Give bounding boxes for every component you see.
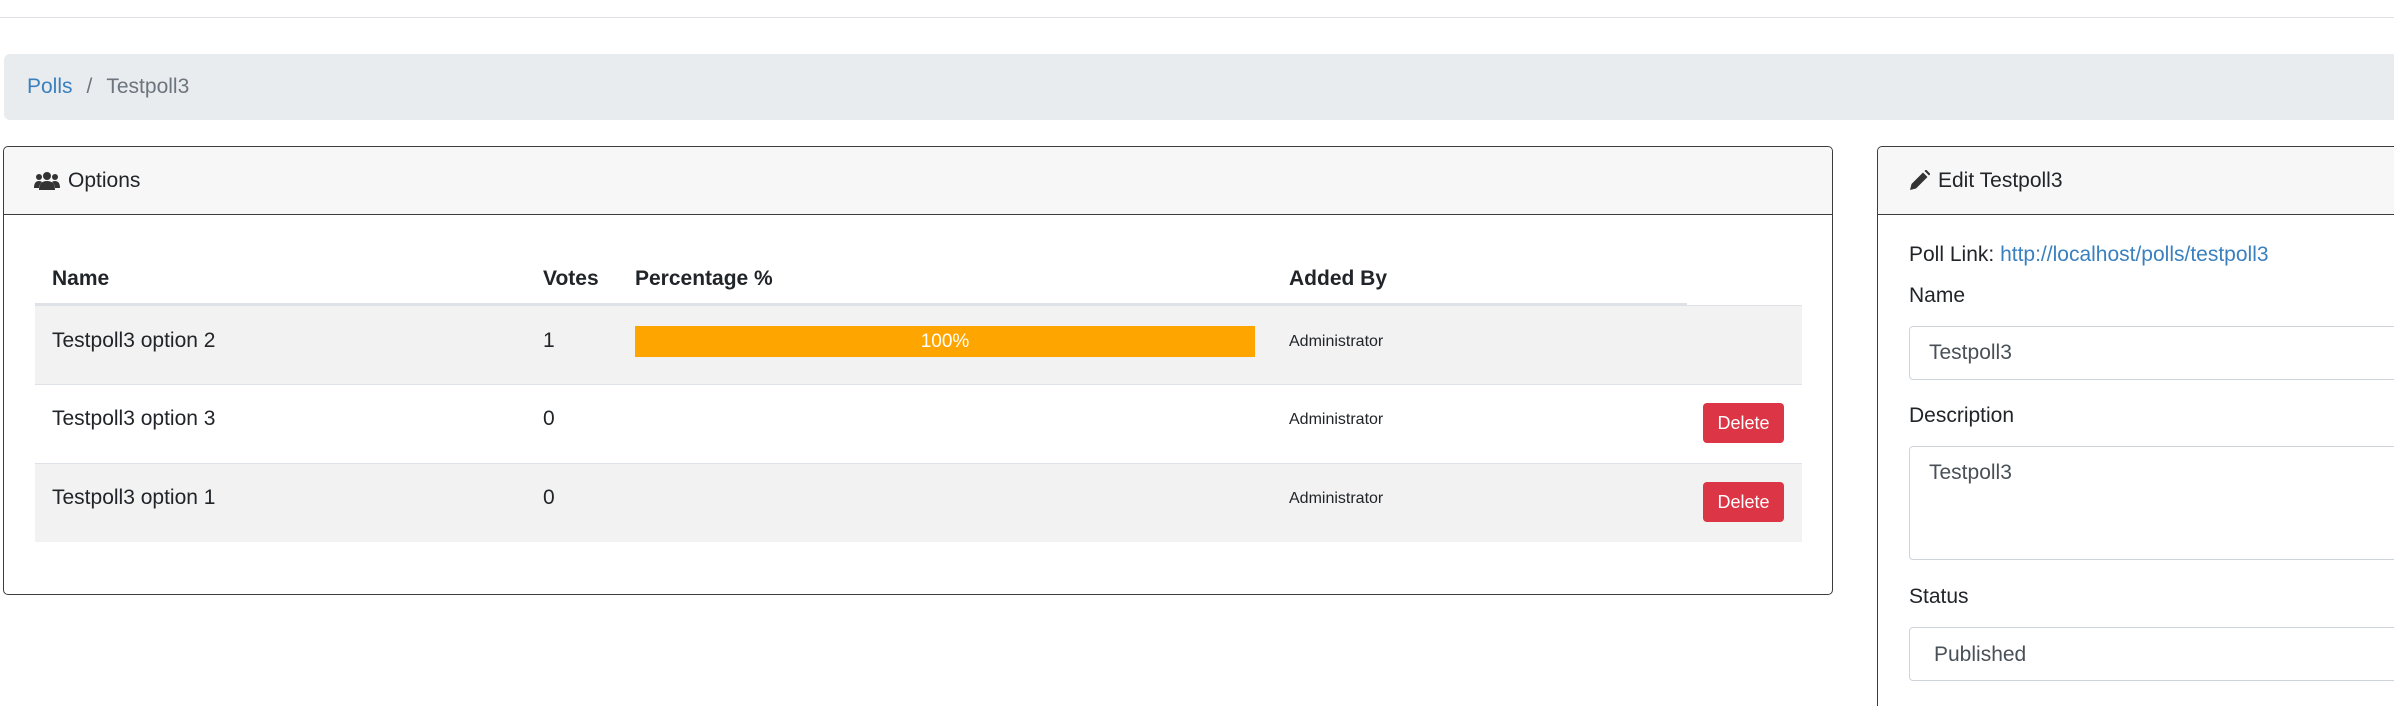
- edit-card-header: Edit Testpoll3: [1878, 147, 2394, 215]
- poll-link-url[interactable]: http://localhost/polls/testpoll3: [2000, 243, 2269, 266]
- table-row: Testpoll3 option 1 0 Administrator Delet…: [35, 463, 1802, 542]
- delete-button[interactable]: Delete: [1703, 482, 1784, 522]
- poll-link-label: Poll Link:: [1909, 243, 1995, 266]
- status-label: Status: [1909, 585, 1969, 608]
- table-row: Testpoll3 option 2 1 100% Administrator: [35, 305, 1802, 384]
- poll-link-row: Poll Link: http://localhost/polls/testpo…: [1909, 243, 2269, 267]
- column-name-header: Name: [52, 267, 110, 290]
- option-votes: 0: [543, 486, 555, 509]
- option-name: Testpoll3 option 2: [52, 329, 216, 352]
- option-added-by: Administrator: [1289, 490, 1384, 507]
- option-votes: 1: [543, 329, 555, 352]
- status-select[interactable]: Published: [1909, 627, 2394, 681]
- column-percentage-header: Percentage %: [635, 267, 773, 290]
- option-votes: 0: [543, 407, 555, 430]
- column-added-by-header: Added By: [1289, 267, 1388, 290]
- breadcrumb-current: Testpoll3: [106, 75, 190, 98]
- name-label: Name: [1909, 284, 1966, 307]
- description-label: Description: [1909, 404, 2015, 427]
- edit-card-title: Edit Testpoll3: [1938, 168, 2063, 192]
- pencil-icon: [1910, 169, 1930, 190]
- breadcrumb: Polls / Testpoll3: [4, 54, 2394, 120]
- options-card-title: Options: [68, 168, 141, 192]
- breadcrumb-polls-link[interactable]: Polls: [27, 75, 73, 99]
- table-row: Testpoll3 option 3 0 Administrator Delet…: [35, 384, 1802, 463]
- name-input[interactable]: [1909, 326, 2394, 380]
- option-name: Testpoll3 option 1: [52, 486, 216, 509]
- delete-button[interactable]: Delete: [1703, 403, 1784, 443]
- top-navbar: [0, 0, 2394, 18]
- users-icon: [34, 171, 60, 190]
- column-votes-header: Votes: [543, 267, 599, 290]
- table-header: Name Votes Percentage % Added By: [35, 247, 1802, 305]
- option-name: Testpoll3 option 3: [52, 407, 216, 430]
- option-added-by: Administrator: [1289, 411, 1384, 428]
- percentage-progress-bar: 100%: [635, 326, 1255, 357]
- description-textarea[interactable]: Testpoll3: [1909, 446, 2394, 560]
- breadcrumb-separator: /: [86, 75, 93, 98]
- edit-poll-card: Edit Testpoll3 Poll Link: http://localho…: [1877, 146, 2394, 706]
- option-added-by: Administrator: [1289, 333, 1384, 350]
- options-table: Name Votes Percentage % Added By Testpol…: [35, 247, 1802, 542]
- options-card-header: Options: [4, 147, 1832, 215]
- options-card: Options Name Votes Percentage % Added By…: [3, 146, 1833, 595]
